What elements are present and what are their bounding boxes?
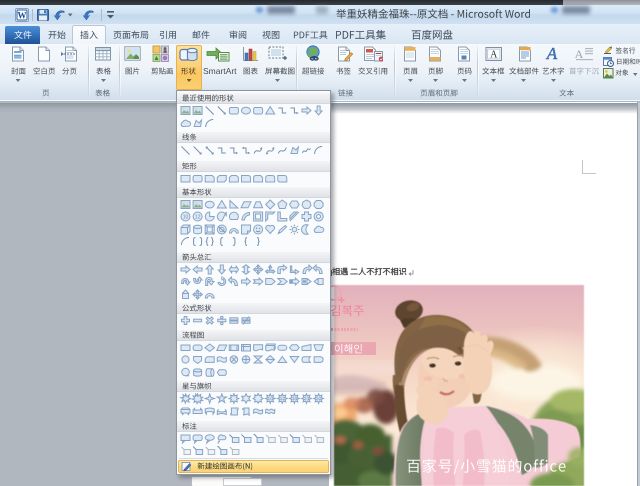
svg-text:12: 12 — [195, 215, 201, 221]
svg-text:A: A — [490, 50, 498, 61]
svg-text:A: A — [575, 47, 584, 61]
svg-text:12: 12 — [280, 396, 286, 401]
svg-text:24: 24 — [304, 396, 310, 401]
svg-text:10: 10 — [183, 215, 189, 221]
svg-text:16: 16 — [292, 396, 298, 401]
svg-text:W: W — [18, 11, 27, 21]
svg-text:32: 32 — [316, 396, 322, 401]
svg-text:10: 10 — [268, 396, 274, 401]
svg-text:A: A — [546, 45, 558, 62]
